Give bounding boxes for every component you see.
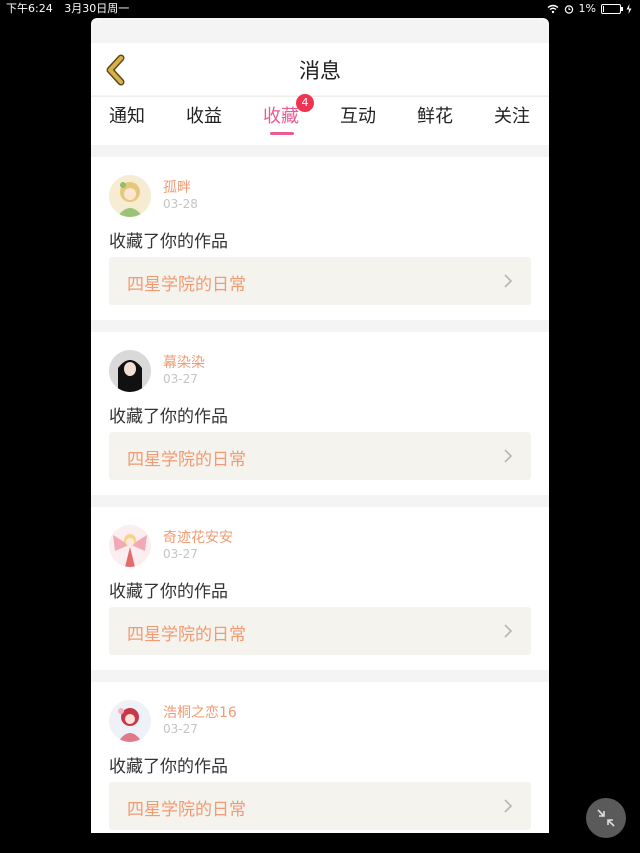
charging-icon	[626, 4, 632, 14]
status-bar: 下午6:24 3月30日周一 1%	[0, 0, 640, 18]
tab-earnings[interactable]: 收益	[174, 102, 234, 128]
status-left: 下午6:24 3月30日周一	[6, 0, 137, 18]
tab-label: 互动	[340, 106, 376, 127]
tab-label: 关注	[494, 106, 530, 127]
battery-icon	[601, 4, 623, 14]
tab-interactions[interactable]: 互动	[328, 102, 388, 128]
tab-label: 鲜花	[417, 106, 453, 127]
work-title: 四星学院的日常	[127, 625, 246, 645]
tab-follows[interactable]: 关注	[482, 102, 542, 128]
alarm-icon	[564, 5, 573, 14]
work-title: 四星学院的日常	[127, 275, 246, 295]
work-title: 四星学院的日常	[127, 450, 246, 470]
username[interactable]: 奇迹花安安	[163, 527, 233, 547]
tab-notifications[interactable]: 通知	[97, 102, 157, 128]
notification-date: 03-27	[163, 372, 198, 386]
notification-message: 收藏了你的作品	[109, 582, 228, 602]
nav-bar: 消息	[91, 43, 549, 95]
notification-message: 收藏了你的作品	[109, 757, 228, 777]
battery-percent: 1%	[578, 2, 596, 15]
status-time: 下午6:24	[6, 2, 53, 15]
tab-flowers[interactable]: 鲜花	[405, 102, 465, 128]
messages-sheet: 消息 通知 收益 收藏 4 互动 鲜花 关注 孤畔 03-28 收藏了你的作品 …	[91, 18, 549, 833]
notification-message: 收藏了你的作品	[109, 232, 228, 252]
avatar[interactable]	[109, 525, 151, 567]
tab-label: 收藏	[263, 106, 299, 127]
chevron-right-icon	[504, 624, 513, 638]
notification-card: 幕染染 03-27 收藏了你的作品 四星学院的日常	[91, 332, 549, 495]
avatar[interactable]	[109, 700, 151, 742]
notification-date: 03-28	[163, 197, 198, 211]
wifi-icon	[547, 4, 558, 14]
work-link[interactable]: 四星学院的日常	[109, 607, 531, 655]
unread-badge: 4	[296, 94, 314, 112]
active-tab-indicator	[270, 132, 294, 135]
username[interactable]: 孤畔	[163, 177, 191, 197]
work-link[interactable]: 四星学院的日常	[109, 432, 531, 480]
tab-label: 收益	[186, 106, 222, 127]
tab-bar: 通知 收益 收藏 4 互动 鲜花 关注	[91, 94, 549, 145]
avatar[interactable]	[109, 350, 151, 392]
notification-card: 浩桐之恋16 03-27 收藏了你的作品 四星学院的日常	[91, 682, 549, 833]
work-link[interactable]: 四星学院的日常	[109, 782, 531, 830]
notification-date: 03-27	[163, 547, 198, 561]
username[interactable]: 浩桐之恋16	[163, 702, 237, 722]
notification-card: 孤畔 03-28 收藏了你的作品 四星学院的日常	[91, 157, 549, 320]
work-title: 四星学院的日常	[127, 800, 246, 820]
chevron-right-icon	[504, 274, 513, 288]
notification-date: 03-27	[163, 722, 198, 736]
username[interactable]: 幕染染	[163, 352, 205, 372]
work-link[interactable]: 四星学院的日常	[109, 257, 531, 305]
status-date: 3月30日周一	[64, 2, 130, 15]
notification-message: 收藏了你的作品	[109, 407, 228, 427]
collapse-arrows-icon	[597, 809, 615, 827]
minimize-button[interactable]	[586, 798, 626, 838]
chevron-right-icon	[504, 449, 513, 463]
notification-card: 奇迹花安安 03-27 收藏了你的作品 四星学院的日常	[91, 507, 549, 670]
avatar[interactable]	[109, 175, 151, 217]
page-title: 消息	[299, 59, 341, 83]
tab-favorites[interactable]: 收藏 4	[251, 94, 314, 135]
tab-label: 通知	[109, 106, 145, 127]
chevron-right-icon	[504, 799, 513, 813]
status-right: 1%	[547, 0, 632, 18]
